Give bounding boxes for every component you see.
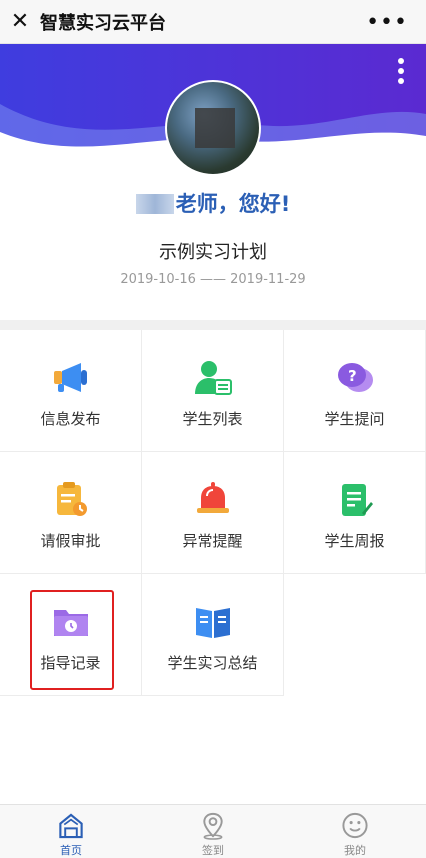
section-divider — [0, 320, 426, 330]
question-bubble-icon: ? — [337, 363, 373, 392]
plan-name: 示例实习计划 — [159, 242, 267, 263]
menu-item-leave-approval[interactable]: 请假审批 — [0, 452, 142, 574]
avatar — [165, 80, 261, 176]
menu-item-label: 信息发布 — [40, 410, 101, 428]
tab-label: 首页 — [60, 844, 82, 857]
tab-checkin[interactable]: 签到 — [142, 805, 284, 858]
menu-item-student-questions[interactable]: ? 学生提问 — [284, 330, 426, 452]
menu-item-student-list[interactable]: 学生列表 — [142, 330, 284, 452]
tab-home[interactable]: 首页 — [0, 805, 142, 858]
menu-item-internship-summary[interactable]: 学生实习总结 — [142, 574, 284, 696]
student-list-icon — [194, 361, 232, 395]
menu-item-exception-alerts[interactable]: 异常提醒 — [142, 452, 284, 574]
tab-mine[interactable]: 我的 — [284, 805, 426, 858]
weekly-report-icon — [341, 484, 373, 516]
menu-item-label: 学生提问 — [324, 410, 385, 428]
menu-item-weekly-report[interactable]: 学生周报 — [284, 452, 426, 574]
menu-item-label: 异常提醒 — [182, 532, 243, 550]
menu-item-label: 指导记录 — [40, 654, 101, 672]
menu-item-label: 学生列表 — [182, 410, 243, 428]
greeting-text: 老师，您好! — [175, 192, 291, 216]
more-horizontal-icon[interactable]: ••• — [366, 10, 408, 35]
tab-label: 签到 — [202, 844, 224, 857]
svg-text:?: ? — [348, 367, 357, 385]
menu-item-guidance-records[interactable]: 指导记录 — [0, 574, 142, 696]
alarm-bell-icon — [196, 482, 229, 513]
menu-item-label: 请假审批 — [40, 532, 101, 550]
smiley-face-icon — [342, 812, 368, 839]
megaphone-icon — [53, 363, 87, 392]
function-grid: 信息发布 学生列表 ? 学生提问 请假审批 异常提醒 学生周报 指导记录 学生实… — [0, 330, 426, 696]
redacted-name — [135, 194, 174, 214]
empty-grid-cell — [284, 574, 426, 696]
kebab-menu-icon[interactable] — [398, 58, 404, 84]
plan-date-range: 2019-10-16 —— 2019-11-29 — [120, 272, 306, 287]
menu-item-label: 学生实习总结 — [167, 654, 258, 672]
tab-label: 我的 — [344, 844, 366, 857]
close-icon[interactable]: ✕ — [0, 0, 40, 44]
profile-header: 老师，您好! 示例实习计划 2019-10-16 —— 2019-11-29 — [0, 44, 426, 320]
location-pin-icon — [203, 812, 223, 840]
menu-item-label: 学生周报 — [324, 532, 385, 550]
menu-item-info-publish[interactable]: 信息发布 — [0, 330, 142, 452]
folder-clock-icon — [53, 610, 88, 636]
home-icon — [59, 813, 83, 839]
leave-approval-icon — [56, 482, 87, 516]
book-icon — [195, 608, 230, 638]
top-navigation-bar: ✕ 智慧实习云平台 ••• — [0, 0, 426, 44]
greeting: 老师，您好! — [0, 188, 426, 218]
app-title: 智慧实习云平台 — [40, 12, 166, 34]
bottom-tab-bar: 首页 签到 我的 — [0, 804, 426, 858]
